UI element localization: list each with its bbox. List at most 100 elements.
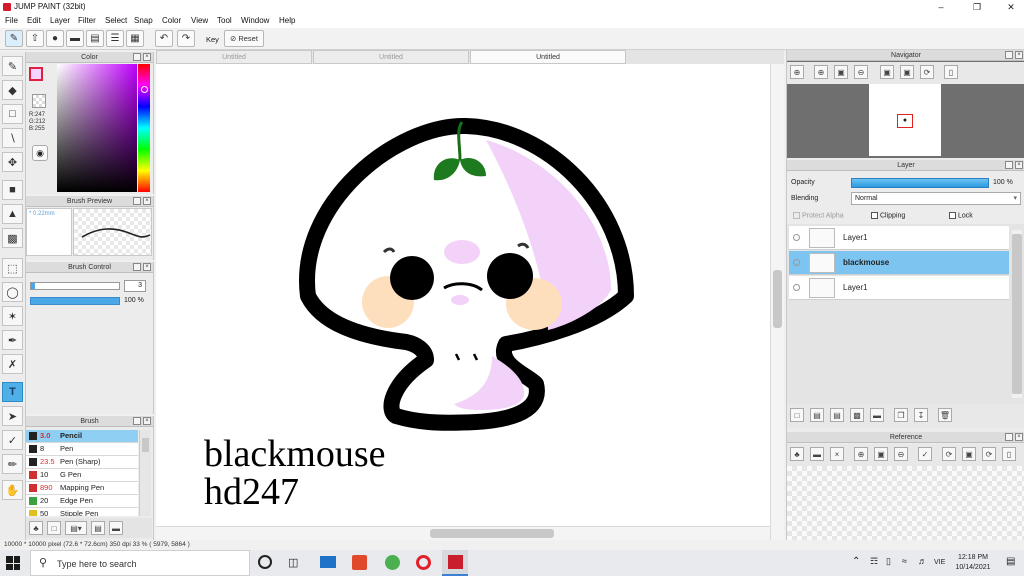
brush-tool-icon[interactable]: ✎ bbox=[2, 56, 23, 76]
new-layer-8bit-icon[interactable]: ▤ bbox=[810, 408, 824, 422]
panel-float-icon[interactable] bbox=[133, 53, 141, 61]
brush-size-input[interactable]: 3 bbox=[124, 280, 146, 292]
task-view-icon[interactable]: ◫ bbox=[288, 556, 298, 569]
text-tool-icon[interactable]: T bbox=[2, 382, 23, 402]
delete-layer-icon[interactable]: 🗑 bbox=[938, 408, 952, 422]
brush-list-scrollbar[interactable] bbox=[139, 430, 151, 516]
menu-file[interactable]: File bbox=[5, 16, 18, 25]
rotate-icon[interactable]: ⟳ bbox=[942, 447, 956, 461]
comment-icon[interactable]: ● bbox=[46, 30, 64, 47]
menu-snap[interactable]: Snap bbox=[134, 16, 153, 25]
move-tool-icon[interactable]: ✥ bbox=[2, 152, 23, 172]
tone-layer-icon[interactable]: ▩ bbox=[850, 408, 864, 422]
tab-untitled-1[interactable]: Untitled bbox=[156, 50, 312, 64]
eyedropper-tool-icon[interactable]: ✓ bbox=[2, 430, 23, 450]
drawing-canvas[interactable]: blackmouse hd247 bbox=[156, 64, 770, 526]
chevron-up-icon[interactable]: ⌃ bbox=[852, 556, 860, 567]
menu-help[interactable]: Help bbox=[279, 16, 295, 25]
layer-folder-icon[interactable]: ▬ bbox=[870, 408, 884, 422]
share-icon[interactable]: ⇧ bbox=[26, 30, 44, 47]
navigator-thumbnail[interactable]: ● bbox=[869, 84, 941, 156]
fit-window-icon[interactable]: ▣ bbox=[880, 65, 894, 79]
flip-icon[interactable]: ▯ bbox=[944, 65, 958, 79]
tab-untitled-3[interactable]: Untitled bbox=[470, 50, 626, 64]
panel-close-icon[interactable]: × bbox=[1015, 433, 1023, 441]
brush-size-slider[interactable] bbox=[30, 282, 120, 290]
duplicate-layer-icon[interactable]: ❐ bbox=[894, 408, 908, 422]
lock-checkbox[interactable]: Lock bbox=[949, 212, 973, 219]
jump-paint-taskbar-button[interactable] bbox=[442, 550, 468, 576]
redo-icon[interactable]: ↷ bbox=[177, 30, 195, 47]
hand-tool-icon[interactable]: ✋ bbox=[2, 480, 23, 500]
line-tool-icon[interactable]: ∖ bbox=[2, 128, 23, 148]
zoom-in-icon[interactable]: ⊕ bbox=[854, 447, 868, 461]
menu-tool[interactable]: Tool bbox=[217, 16, 232, 25]
menu-filter[interactable]: Filter bbox=[78, 16, 96, 25]
grid-icon[interactable]: ▦ bbox=[126, 30, 144, 47]
actual-size-icon[interactable]: ▣ bbox=[900, 65, 914, 79]
zoom-in-icon[interactable]: ⊕ bbox=[814, 65, 828, 79]
new-layer-1bit-icon[interactable]: ▤ bbox=[830, 408, 844, 422]
tab-untitled-2[interactable]: Untitled bbox=[313, 50, 469, 64]
brush-item-mapping-pen[interactable]: 890 Mapping Pen bbox=[26, 482, 138, 495]
fit-icon[interactable]: ▣ bbox=[874, 447, 888, 461]
fit-icon[interactable]: ▣ bbox=[834, 65, 848, 79]
protect-alpha-checkbox[interactable]: Protect Alpha bbox=[793, 212, 844, 219]
blending-select[interactable]: Normal ▾ bbox=[851, 192, 1021, 205]
panel-float-icon[interactable] bbox=[1005, 433, 1013, 441]
brush-item-stipple-pen[interactable]: 50 Stipple Pen bbox=[26, 508, 138, 516]
canvas-horizontal-scrollbar[interactable] bbox=[156, 526, 770, 540]
menu-layer[interactable]: Layer bbox=[50, 16, 70, 25]
brush-add-dropdown-icon[interactable]: ▤▾ bbox=[65, 521, 87, 535]
brush-mode-icon[interactable]: ✎ bbox=[5, 30, 23, 47]
magic-wand-tool-icon[interactable]: ✶ bbox=[2, 306, 23, 326]
panel-close-icon[interactable]: × bbox=[143, 53, 151, 61]
palette-icon[interactable]: ◉ bbox=[32, 145, 48, 161]
maximize-button[interactable]: ❐ bbox=[966, 1, 988, 13]
canvas-area[interactable]: blackmouse hd247 bbox=[156, 64, 784, 540]
layer-row[interactable]: Layer1 bbox=[789, 276, 1009, 300]
eyedropper-icon[interactable]: ✓ bbox=[918, 447, 932, 461]
menu-window[interactable]: Window bbox=[241, 16, 269, 25]
rectangle-tool-icon[interactable]: □ bbox=[2, 104, 23, 124]
menu-edit[interactable]: Edit bbox=[27, 16, 41, 25]
hue-handle[interactable] bbox=[141, 86, 148, 93]
taskbar-search-box[interactable]: ⚲ Type here to search bbox=[30, 550, 250, 576]
brush-item-pen[interactable]: 8 Pen bbox=[26, 443, 138, 456]
select-pen-tool-icon[interactable]: ✒ bbox=[2, 330, 23, 350]
panel-float-icon[interactable] bbox=[133, 197, 141, 205]
gradient-tool-icon[interactable]: ▩ bbox=[2, 228, 23, 248]
message-icon[interactable]: ▬ bbox=[66, 30, 84, 47]
canvas-vertical-scrollbar[interactable] bbox=[770, 64, 784, 540]
hue-slider[interactable] bbox=[138, 64, 150, 192]
visibility-icon[interactable] bbox=[793, 259, 800, 266]
mail-icon[interactable] bbox=[320, 556, 336, 568]
brush-item-pencil[interactable]: 3.0 Pencil bbox=[26, 430, 138, 443]
store-icon[interactable] bbox=[352, 555, 367, 570]
reset-button[interactable]: ⊘ Reset bbox=[224, 30, 264, 47]
wifi-icon[interactable]: ≈ bbox=[902, 556, 907, 566]
visibility-icon[interactable] bbox=[793, 284, 800, 291]
brush-copy-icon[interactable]: ▤ bbox=[91, 521, 105, 535]
menu-select[interactable]: Select bbox=[105, 16, 127, 25]
volume-icon[interactable]: ♬ bbox=[918, 556, 927, 566]
new-brush-icon[interactable]: □ bbox=[47, 521, 61, 535]
menu-color[interactable]: Color bbox=[162, 16, 181, 25]
layer-scroll-thumb[interactable] bbox=[1012, 234, 1022, 394]
bucket-tool-icon[interactable]: ▲ bbox=[2, 204, 23, 224]
windows-start-icon[interactable] bbox=[6, 556, 20, 570]
pen-tool-icon[interactable]: ✏ bbox=[2, 454, 23, 474]
list-icon[interactable]: ☰ bbox=[106, 30, 124, 47]
cortana-icon[interactable] bbox=[258, 555, 272, 569]
foreground-color-swatch[interactable] bbox=[29, 67, 43, 81]
operation-tool-icon[interactable]: ➤ bbox=[2, 406, 23, 426]
transparent-color-swatch[interactable] bbox=[32, 94, 46, 108]
color-picker-square[interactable] bbox=[57, 64, 137, 192]
brush-folder-icon[interactable]: ▬ bbox=[109, 521, 123, 535]
horizontal-scroll-thumb[interactable] bbox=[430, 529, 554, 538]
network-icon[interactable]: ☶ bbox=[870, 556, 878, 567]
zoom-out-icon[interactable]: ⊖ bbox=[894, 447, 908, 461]
layer-row[interactable]: Layer1 bbox=[789, 226, 1009, 250]
open-file-icon[interactable]: ▬ bbox=[810, 447, 824, 461]
select-rect-tool-icon[interactable]: ⬚ bbox=[2, 258, 23, 278]
